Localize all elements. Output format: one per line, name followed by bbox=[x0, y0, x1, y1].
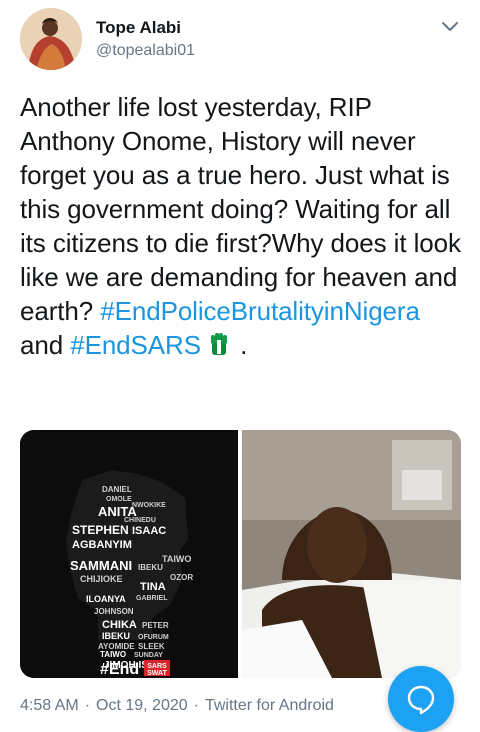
poster-name: TINA bbox=[140, 581, 166, 593]
poster-name: TAIWO bbox=[100, 650, 126, 659]
poster-name: CHINEDU bbox=[124, 517, 156, 524]
poster-name: SUNDAY bbox=[134, 652, 163, 659]
separator-dot: · bbox=[84, 697, 91, 714]
poster-name: DANIEL bbox=[102, 485, 132, 494]
avatar[interactable] bbox=[20, 8, 82, 70]
poster-name: CHIKA bbox=[102, 619, 137, 631]
raised-fist-emoji bbox=[210, 333, 227, 355]
reply-fab-button[interactable] bbox=[388, 666, 454, 732]
tweet-conjunction: and bbox=[20, 330, 64, 360]
hashtag-link[interactable]: #EndSARS bbox=[70, 330, 201, 360]
poster-name: IBEKU bbox=[102, 631, 130, 641]
poster-name: OFURUM bbox=[138, 634, 169, 641]
chevron-down-icon[interactable] bbox=[440, 20, 460, 34]
tweet-time[interactable]: 4:58 AM bbox=[20, 697, 79, 714]
poster-name: STEPHEN bbox=[72, 523, 129, 537]
separator-dot: · bbox=[193, 697, 199, 714]
end-sars-poster[interactable]: DANIEL OMOLE ANITA NWOKIKE STEPHEN ISAAC… bbox=[20, 430, 238, 678]
author-name[interactable]: Tope Alabi bbox=[96, 18, 181, 38]
poster-end-label: #End bbox=[100, 661, 139, 678]
poster-name: NWOKIKE bbox=[132, 502, 166, 509]
tweet-meta: 4:58 AM · Oct 19, 2020 · Twitter for Android bbox=[20, 697, 334, 715]
poster-name: TAIWO bbox=[162, 554, 191, 564]
avatar-image bbox=[20, 8, 82, 70]
poster-name: ILOANYA bbox=[86, 594, 126, 604]
poster-graphic: DANIEL OMOLE ANITA NWOKIKE STEPHEN ISAAC… bbox=[20, 430, 238, 678]
hospital-photo-image bbox=[242, 430, 461, 678]
badge-top-text: SARS bbox=[147, 663, 167, 670]
poster-name: CHIJIOKE bbox=[80, 574, 123, 584]
poster-name: GABRIEL bbox=[136, 595, 168, 602]
tweet-date[interactable]: Oct 19, 2020 bbox=[96, 697, 188, 714]
author-handle[interactable]: @topealabi01 bbox=[96, 42, 195, 60]
tweet-client[interactable]: Twitter for Android bbox=[205, 697, 334, 714]
poster-name: JOHNSON bbox=[94, 607, 134, 616]
tweet-text: Another life lost yesterday, RIP Anthony… bbox=[20, 90, 465, 362]
compose-reply-icon bbox=[407, 685, 435, 715]
poster-name: SLEEK bbox=[138, 642, 165, 651]
tweet-body: Another life lost yesterday, RIP Anthony… bbox=[20, 92, 461, 326]
poster-name: IBEKU bbox=[138, 563, 163, 572]
badge-bottom-text: SWAT bbox=[147, 670, 167, 677]
poster-name: ISAAC bbox=[132, 525, 166, 537]
hashtag-link[interactable]: #EndPoliceBrutalityinNigera bbox=[100, 296, 420, 326]
poster-name: OZOR bbox=[170, 573, 193, 582]
hospital-photo[interactable] bbox=[242, 430, 461, 678]
media-grid[interactable]: DANIEL OMOLE ANITA NWOKIKE STEPHEN ISAAC… bbox=[20, 430, 461, 678]
poster-name: OMOLE bbox=[106, 496, 132, 503]
tweet-trailing: . bbox=[240, 330, 248, 360]
poster-name: PETER bbox=[142, 621, 169, 630]
poster-name: SAMMANI bbox=[70, 558, 132, 573]
tweet-header: Tope Alabi @topealabi01 bbox=[20, 8, 460, 72]
poster-name: AGBANYIM bbox=[72, 539, 132, 551]
